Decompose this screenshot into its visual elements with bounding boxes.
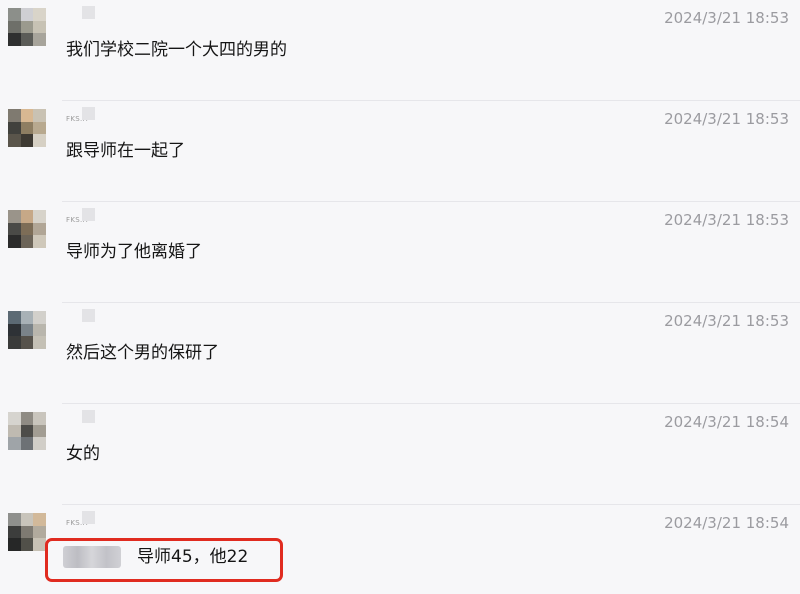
- message-text[interactable]: 导师45，他22: [137, 546, 248, 568]
- message-timestamp: 2024/3/21 18:53: [664, 9, 789, 27]
- message-text[interactable]: 跟导师在一起了: [66, 140, 185, 162]
- message-text[interactable]: 我们学校二院一个大四的男的: [66, 39, 287, 61]
- pixelated-avatar-icon[interactable]: [8, 513, 46, 551]
- pixelated-avatar-icon[interactable]: [8, 311, 46, 349]
- message-text[interactable]: 然后这个男的保研了: [66, 342, 219, 364]
- chat-message-list: 2024/3/21 18:53 我们学校二院一个大四的男的 FKS.H 2024…: [0, 0, 800, 594]
- message-timestamp: 2024/3/21 18:54: [664, 514, 789, 532]
- sender-name-blurred: [66, 309, 100, 325]
- sender-name-blurred: [66, 410, 100, 426]
- sender-name-blurred: FKS.H: [66, 107, 100, 123]
- message-timestamp: 2024/3/21 18:53: [664, 110, 789, 128]
- pixelated-avatar-icon[interactable]: [8, 109, 46, 147]
- blurred-reply-quote: [63, 546, 121, 568]
- message-text[interactable]: 导师为了他离婚了: [66, 241, 202, 263]
- message-timestamp: 2024/3/21 18:53: [664, 312, 789, 330]
- message-timestamp: 2024/3/21 18:54: [664, 413, 789, 431]
- message-timestamp: 2024/3/21 18:53: [664, 211, 789, 229]
- chat-message[interactable]: 2024/3/21 18:53 我们学校二院一个大四的男的: [0, 0, 800, 101]
- chat-message[interactable]: FKS.H 2024/3/21 18:53 跟导师在一起了: [0, 101, 800, 202]
- chat-message[interactable]: 2024/3/21 18:53 然后这个男的保研了: [0, 303, 800, 404]
- pixelated-avatar-icon[interactable]: [8, 210, 46, 248]
- pixelated-avatar-icon[interactable]: [8, 8, 46, 46]
- sender-name-blurred: FKS.H: [66, 511, 100, 527]
- sender-name-blurred: [66, 6, 100, 22]
- pixelated-avatar-icon[interactable]: [8, 412, 46, 450]
- sender-name-blurred: FKS.H: [66, 208, 100, 224]
- message-text[interactable]: 女的: [66, 443, 100, 465]
- chat-message[interactable]: FKS.H 2024/3/21 18:53 导师为了他离婚了: [0, 202, 800, 303]
- chat-message[interactable]: 2024/3/21 18:54 女的: [0, 404, 800, 505]
